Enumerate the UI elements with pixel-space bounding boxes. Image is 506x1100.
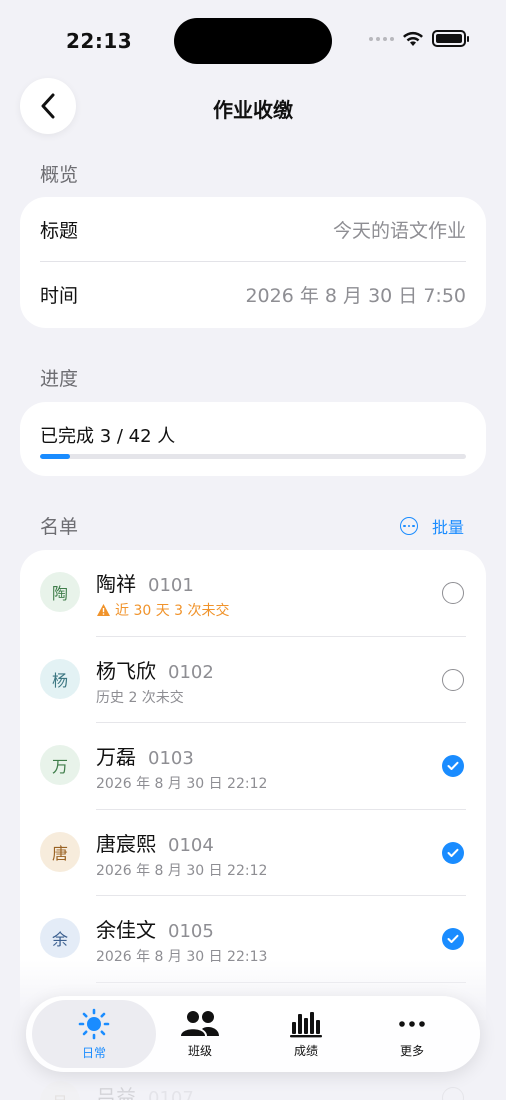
tab-label: 班级: [187, 1043, 212, 1058]
status-icons: [369, 30, 469, 47]
checkmark-icon: [447, 934, 459, 943]
tab-label: 日常: [81, 1045, 106, 1060]
tab-label: 更多: [399, 1043, 424, 1058]
overview-value: 2026 年 8 月 30 日 7:50: [245, 285, 466, 307]
checkmark-icon: [447, 761, 459, 770]
student-list: 陶陶祥 0101 近 30 天 3 次未交杨杨飞欣 0102 历史 2 次未交万万磊 01…: [20, 550, 486, 983]
warning-icon: [97, 604, 110, 616]
more-options-icon[interactable]: [399, 517, 418, 535]
submission-checkbox[interactable]: [442, 755, 464, 777]
progress-section-label: 进度: [40, 368, 79, 390]
student-name: 陶祥: [96, 572, 136, 596]
roster-section-label: 名单: [40, 516, 79, 538]
student-status: 近 30 天 3 次未交: [96, 600, 230, 620]
ellipsis-icon: [399, 1020, 425, 1027]
student-name: 万磊: [96, 745, 136, 769]
student-status-text: 近 30 天 3 次未交: [115, 603, 230, 619]
avatar: 余: [40, 918, 80, 958]
progress-fill: [40, 454, 71, 459]
overview-key: 时间: [40, 285, 79, 307]
battery-icon: [432, 30, 469, 47]
overview-section-label: 概览: [40, 164, 79, 186]
progress-bar: [40, 454, 466, 459]
student-id: 0101: [148, 575, 194, 596]
batch-area: 批量: [399, 514, 464, 538]
list-item[interactable]: 唐唐宸熙 0104 2026 年 8 月 30 日 22:12: [20, 810, 486, 896]
batch-button[interactable]: 批量: [432, 514, 464, 538]
student-name: 唐宸熙: [96, 831, 156, 856]
student-id: 0105: [168, 921, 214, 942]
submission-checkbox[interactable]: [442, 582, 464, 604]
submission-checkbox[interactable]: [442, 928, 464, 950]
wifi-icon: [403, 31, 423, 46]
progress-text: 已完成 3 / 42 人: [40, 426, 176, 447]
student-status: 2026 年 8 月 30 日 22:12: [96, 860, 267, 880]
dynamic-island: [174, 18, 332, 64]
avatar: 唐: [40, 831, 80, 872]
submission-checkbox[interactable]: [442, 668, 464, 691]
student-status-text: 2026 年 8 月 30 日 22:12: [96, 862, 268, 879]
signal-icon: [369, 36, 394, 41]
tab-bar: 日常 班级 成绩 更多: [26, 996, 480, 1072]
submission-checkbox[interactable]: [442, 841, 464, 864]
tab-more[interactable]: 更多: [352, 1000, 472, 1068]
tab-class[interactable]: 班级: [140, 1000, 260, 1068]
student-status: 历史 2 次未交: [96, 687, 184, 707]
roster-card: 陶陶祥 0101 近 30 天 3 次未交杨杨飞欣 0102 历史 2 次未交万万磊 01…: [20, 550, 486, 1020]
tab-daily[interactable]: 日常: [32, 1000, 156, 1068]
checkmark-icon: [447, 848, 459, 857]
list-item[interactable]: 陶陶祥 0101 近 30 天 3 次未交: [20, 550, 486, 637]
overview-key: 标题: [40, 220, 79, 242]
student-id: 0102: [168, 661, 214, 683]
overview-value: 今天的语文作业: [332, 220, 466, 242]
student-name: 杨飞欣: [96, 658, 156, 683]
list-item[interactable]: 杨杨飞欣 0102 历史 2 次未交: [20, 637, 486, 723]
list-item[interactable]: 万万磊 0103 2026 年 8 月 30 日 22:12: [20, 723, 486, 810]
tab-grades[interactable]: 成绩: [246, 1000, 366, 1068]
student-id: 0104: [168, 834, 214, 856]
status-time: 22:13: [66, 29, 133, 53]
student-status: 2026 年 8 月 30 日 22:12: [96, 773, 267, 793]
tab-label: 成绩: [293, 1043, 318, 1058]
status-bar: 22:13: [0, 0, 506, 80]
sun-icon: [78, 1008, 110, 1039]
avatar: 陶: [40, 572, 80, 612]
people-icon: [181, 1010, 219, 1036]
avatar: 杨: [40, 658, 80, 699]
bar-chart-icon: [290, 1011, 322, 1037]
progress-card: 已完成 3 / 42 人: [20, 402, 486, 476]
student-status-text: 2026 年 8 月 30 日 22:12: [96, 776, 268, 792]
overview-row-title[interactable]: 标题 今天的语文作业: [20, 197, 486, 262]
page-title: 作业收缴: [213, 98, 293, 122]
student-status-text: 历史 2 次未交: [96, 689, 184, 706]
avatar: 万: [40, 745, 80, 785]
overview-card: 标题 今天的语文作业 时间 2026 年 8 月 30 日 7:50: [20, 197, 486, 328]
student-id: 0103: [148, 748, 194, 769]
student-name: 余佳文: [96, 918, 156, 942]
overview-row-time[interactable]: 时间 2026 年 8 月 30 日 7:50: [20, 262, 486, 327]
